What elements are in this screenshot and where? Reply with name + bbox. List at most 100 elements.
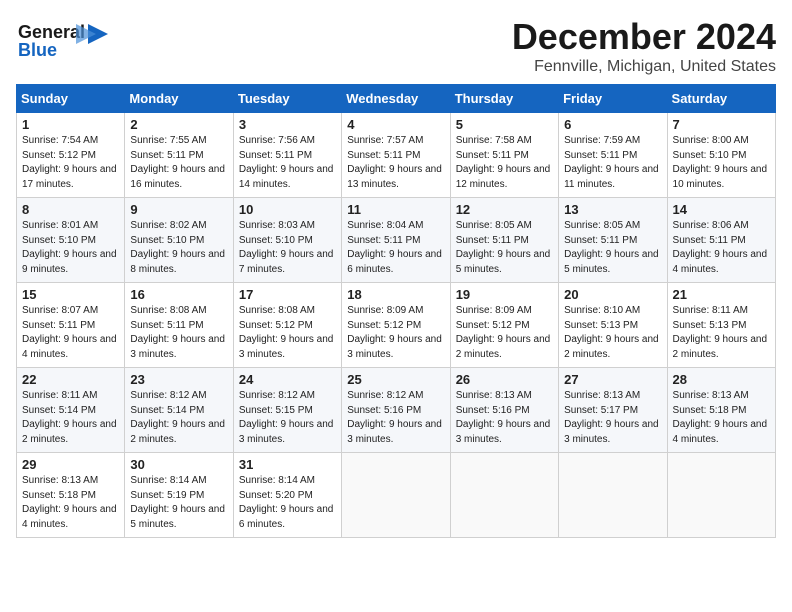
calendar-cell (559, 453, 667, 538)
header-friday: Friday (559, 85, 667, 113)
cell-content: Sunrise: 8:13 AMSunset: 5:18 PMDaylight:… (673, 390, 768, 445)
header-sunday: Sunday (17, 85, 125, 113)
day-number: 8 (22, 202, 119, 217)
cell-content: Sunrise: 8:05 AMSunset: 5:11 PMDaylight:… (456, 220, 551, 275)
day-number: 5 (456, 117, 553, 132)
calendar-cell (667, 453, 775, 538)
calendar-cell: 31 Sunrise: 8:14 AMSunset: 5:20 PMDayligh… (233, 453, 341, 538)
cell-content: Sunrise: 8:09 AMSunset: 5:12 PMDaylight:… (347, 305, 442, 360)
calendar-cell (450, 453, 558, 538)
cell-content: Sunrise: 7:54 AMSunset: 5:12 PMDaylight:… (22, 135, 117, 190)
day-number: 21 (673, 287, 770, 302)
calendar-week-5: 29 Sunrise: 8:13 AMSunset: 5:18 PMDayligh… (17, 453, 776, 538)
calendar-cell (342, 453, 450, 538)
calendar-table: SundayMondayTuesdayWednesdayThursdayFrid… (16, 84, 776, 538)
calendar-cell: 10Sunrise: 8:03 AMSunset: 5:10 PMDayligh… (233, 198, 341, 283)
day-number: 18 (347, 287, 444, 302)
calendar-cell: 15 Sunrise: 8:07 AMSunset: 5:11 PMDayligh… (17, 283, 125, 368)
cell-content: Sunrise: 7:58 AMSunset: 5:11 PMDaylight:… (456, 135, 551, 190)
calendar-cell: 12 Sunrise: 8:05 AMSunset: 5:11 PMDayligh… (450, 198, 558, 283)
day-number: 12 (456, 202, 553, 217)
calendar-cell: 1 Sunrise: 7:54 AMSunset: 5:12 PMDaylight… (17, 113, 125, 198)
calendar-cell: 6 Sunrise: 7:59 AMSunset: 5:11 PMDaylight… (559, 113, 667, 198)
day-number: 28 (673, 372, 770, 387)
cell-content: Sunrise: 8:12 AMSunset: 5:14 PMDaylight:… (130, 390, 225, 445)
header-thursday: Thursday (450, 85, 558, 113)
cell-content: Sunrise: 8:08 AMSunset: 5:11 PMDaylight:… (130, 305, 225, 360)
calendar-cell: 9Sunrise: 8:02 AMSunset: 5:10 PMDaylight… (125, 198, 233, 283)
cell-content: Sunrise: 8:00 AMSunset: 5:10 PMDaylight:… (673, 135, 768, 190)
calendar-cell: 5 Sunrise: 7:58 AMSunset: 5:11 PMDaylight… (450, 113, 558, 198)
calendar-cell: 26Sunrise: 8:13 AMSunset: 5:16 PMDayligh… (450, 368, 558, 453)
day-number: 16 (130, 287, 227, 302)
calendar-cell: 13 Sunrise: 8:05 AMSunset: 5:11 PMDayligh… (559, 198, 667, 283)
header-tuesday: Tuesday (233, 85, 341, 113)
logo-svg: General Blue (16, 16, 111, 66)
day-number: 10 (239, 202, 336, 217)
cell-content: Sunrise: 8:09 AMSunset: 5:12 PMDaylight:… (456, 305, 551, 360)
month-title: December 2024 (512, 16, 776, 58)
calendar-cell: 22 Sunrise: 8:11 AMSunset: 5:14 PMDayligh… (17, 368, 125, 453)
day-number: 17 (239, 287, 336, 302)
cell-content: Sunrise: 8:14 AMSunset: 5:19 PMDaylight:… (130, 475, 225, 530)
cell-content: Sunrise: 8:12 AMSunset: 5:15 PMDaylight:… (239, 390, 334, 445)
calendar-cell: 25 Sunrise: 8:12 AMSunset: 5:16 PMDayligh… (342, 368, 450, 453)
calendar-cell: 3 Sunrise: 7:56 AMSunset: 5:11 PMDaylight… (233, 113, 341, 198)
day-number: 25 (347, 372, 444, 387)
cell-content: Sunrise: 8:11 AMSunset: 5:13 PMDaylight:… (673, 305, 768, 360)
day-number: 22 (22, 372, 119, 387)
day-number: 31 (239, 457, 336, 472)
location-title: Fennville, Michigan, United States (512, 58, 776, 76)
day-number: 1 (22, 117, 119, 132)
cell-content: Sunrise: 8:13 AMSunset: 5:18 PMDaylight:… (22, 475, 117, 530)
header-monday: Monday (125, 85, 233, 113)
calendar-cell: 14Sunrise: 8:06 AMSunset: 5:11 PMDayligh… (667, 198, 775, 283)
day-number: 2 (130, 117, 227, 132)
day-number: 27 (564, 372, 661, 387)
calendar-cell: 18 Sunrise: 8:09 AMSunset: 5:12 PMDayligh… (342, 283, 450, 368)
logo: General Blue (16, 16, 111, 66)
day-number: 15 (22, 287, 119, 302)
page-header: General Blue December 2024 Fennville, Mi… (16, 16, 776, 76)
cell-content: Sunrise: 8:13 AMSunset: 5:16 PMDaylight:… (456, 390, 551, 445)
day-number: 7 (673, 117, 770, 132)
day-number: 11 (347, 202, 444, 217)
cell-content: Sunrise: 8:10 AMSunset: 5:13 PMDaylight:… (564, 305, 659, 360)
day-number: 6 (564, 117, 661, 132)
day-number: 13 (564, 202, 661, 217)
title-section: December 2024 Fennville, Michigan, Unite… (512, 16, 776, 76)
svg-text:Blue: Blue (18, 40, 57, 60)
calendar-cell: 20 Sunrise: 8:10 AMSunset: 5:13 PMDayligh… (559, 283, 667, 368)
cell-content: Sunrise: 8:11 AMSunset: 5:14 PMDaylight:… (22, 390, 117, 445)
calendar-cell: 21 Sunrise: 8:11 AMSunset: 5:13 PMDayligh… (667, 283, 775, 368)
calendar-cell: 23Sunrise: 8:12 AMSunset: 5:14 PMDayligh… (125, 368, 233, 453)
day-number: 20 (564, 287, 661, 302)
cell-content: Sunrise: 8:01 AMSunset: 5:10 PMDaylight:… (22, 220, 117, 275)
cell-content: Sunrise: 7:59 AMSunset: 5:11 PMDaylight:… (564, 135, 659, 190)
cell-content: Sunrise: 8:02 AMSunset: 5:10 PMDaylight:… (130, 220, 225, 275)
calendar-week-3: 15 Sunrise: 8:07 AMSunset: 5:11 PMDayligh… (17, 283, 776, 368)
calendar-week-2: 8 Sunrise: 8:01 AMSunset: 5:10 PMDaylight… (17, 198, 776, 283)
cell-content: Sunrise: 8:05 AMSunset: 5:11 PMDaylight:… (564, 220, 659, 275)
calendar-cell: 19 Sunrise: 8:09 AMSunset: 5:12 PMDayligh… (450, 283, 558, 368)
cell-content: Sunrise: 7:55 AMSunset: 5:11 PMDaylight:… (130, 135, 225, 190)
day-number: 14 (673, 202, 770, 217)
svg-text:General: General (18, 22, 85, 42)
calendar-cell: 17Sunrise: 8:08 AMSunset: 5:12 PMDayligh… (233, 283, 341, 368)
day-number: 19 (456, 287, 553, 302)
cell-content: Sunrise: 8:14 AMSunset: 5:20 PMDaylight:… (239, 475, 334, 530)
calendar-cell: 16 Sunrise: 8:08 AMSunset: 5:11 PMDayligh… (125, 283, 233, 368)
calendar-cell: 2 Sunrise: 7:55 AMSunset: 5:11 PMDaylight… (125, 113, 233, 198)
calendar-cell: 11Sunrise: 8:04 AMSunset: 5:11 PMDayligh… (342, 198, 450, 283)
calendar-cell: 8 Sunrise: 8:01 AMSunset: 5:10 PMDaylight… (17, 198, 125, 283)
cell-content: Sunrise: 7:56 AMSunset: 5:11 PMDaylight:… (239, 135, 334, 190)
calendar-cell: 28 Sunrise: 8:13 AMSunset: 5:18 PMDayligh… (667, 368, 775, 453)
cell-content: Sunrise: 8:07 AMSunset: 5:11 PMDaylight:… (22, 305, 117, 360)
day-number: 3 (239, 117, 336, 132)
calendar-cell: 7 Sunrise: 8:00 AMSunset: 5:10 PMDaylight… (667, 113, 775, 198)
calendar-cell: 27Sunrise: 8:13 AMSunset: 5:17 PMDayligh… (559, 368, 667, 453)
calendar-header-row: SundayMondayTuesdayWednesdayThursdayFrid… (17, 85, 776, 113)
calendar-week-1: 1 Sunrise: 7:54 AMSunset: 5:12 PMDaylight… (17, 113, 776, 198)
day-number: 29 (22, 457, 119, 472)
cell-content: Sunrise: 8:12 AMSunset: 5:16 PMDaylight:… (347, 390, 442, 445)
